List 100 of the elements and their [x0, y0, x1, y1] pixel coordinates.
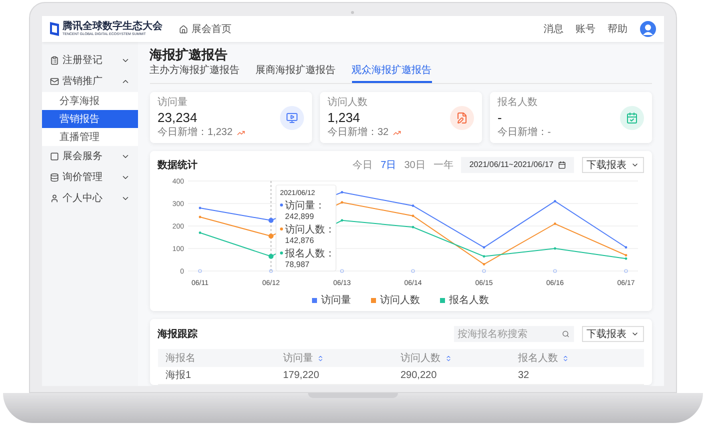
card-title: 海报跟踪 — [158, 328, 198, 342]
range-tab[interactable]: 30日 — [404, 158, 426, 172]
range-tab[interactable]: 7日 — [380, 158, 396, 172]
axis-marker — [624, 269, 628, 273]
column-header: 海报名 — [166, 352, 196, 366]
sort-icon[interactable] — [562, 354, 569, 362]
card-title: 数据统计 — [158, 158, 198, 172]
date-range-field[interactable]: 2021/06/11~2021/06/17 — [461, 157, 574, 173]
tooltip-label: 报名人数： — [284, 248, 334, 260]
axis-marker — [268, 269, 272, 273]
tooltip-value: 242,899 — [284, 212, 314, 221]
header-link[interactable]: 账号 — [576, 22, 596, 36]
range-tab[interactable]: 今日 — [352, 158, 373, 172]
sidebar-item[interactable]: 营销推广 — [42, 71, 138, 92]
submenu-item[interactable]: 营销报告 — [42, 110, 138, 128]
today-increase: 今日新增：- — [498, 126, 551, 139]
data-point — [340, 219, 343, 222]
sidebar-item[interactable]: 询价管理 — [42, 167, 138, 188]
sort-icon[interactable] — [444, 354, 452, 362]
data-point — [198, 206, 201, 210]
calendar-icon — [558, 161, 566, 169]
caret-down-icon — [120, 56, 130, 65]
column-header: 访问量 — [283, 352, 313, 366]
database-icon — [50, 173, 58, 182]
stat-value: 23,234 — [158, 109, 198, 126]
column-header: 报名人数 — [518, 352, 558, 366]
square-icon — [50, 152, 58, 161]
user-icon — [50, 194, 58, 203]
data-point — [268, 254, 273, 259]
data-point — [482, 255, 485, 258]
data-point — [268, 234, 273, 239]
sort-icon[interactable] — [317, 354, 324, 362]
caret-down-icon — [120, 152, 130, 161]
tab[interactable]: 观众海报扩邀报告 — [352, 63, 432, 83]
page-title: 海报扩邀报告 — [150, 46, 228, 64]
search-field[interactable]: 按海报名称搜索 — [454, 326, 574, 342]
data-point — [411, 204, 414, 207]
avatar[interactable] — [640, 21, 656, 37]
logo-title: 腾讯全球数字生态大会 — [62, 22, 162, 32]
logo-icon — [50, 22, 58, 36]
caret-down-icon — [120, 194, 130, 203]
data-point — [482, 246, 485, 249]
today-increase: 今日新增：1,232 — [158, 126, 233, 139]
range-tab[interactable]: 一年 — [433, 158, 454, 172]
legend-label: 报名人数 — [449, 294, 489, 308]
data-point — [624, 246, 627, 249]
caret-down-icon — [120, 173, 130, 182]
data-point — [198, 232, 201, 234]
table-cell-text: 海报1 — [166, 368, 192, 383]
table-cell-text: 179,220 — [283, 369, 320, 383]
today-increase: 今日新增：32 — [328, 126, 389, 139]
data-point — [482, 263, 485, 266]
tooltip-value: 142,876 — [284, 236, 314, 245]
search-icon — [562, 330, 570, 338]
data-point — [553, 247, 556, 250]
stat-label: 报名人数 — [498, 96, 538, 109]
data-point — [553, 222, 556, 225]
caret-up-icon — [120, 77, 130, 86]
data-point — [553, 200, 556, 202]
axis-marker — [552, 269, 556, 273]
download-button[interactable]: 下载报表 — [582, 157, 644, 173]
data-point — [411, 214, 414, 218]
document-pen-icon — [456, 112, 468, 124]
legend-label: 访问人数 — [380, 294, 420, 308]
download-button[interactable]: 下载报表 — [582, 326, 644, 342]
axis-marker — [198, 269, 202, 273]
data-point — [340, 201, 343, 204]
header-link[interactable]: 消息 — [544, 22, 564, 36]
axis-marker — [410, 269, 414, 273]
axis-marker — [340, 269, 344, 273]
sidebar-item[interactable]: 注册登记 — [42, 50, 138, 71]
tab[interactable]: 展商海报扩邀报告 — [256, 63, 336, 83]
axis-marker — [482, 269, 486, 273]
table-cell-text: 290,220 — [400, 369, 438, 383]
column-header: 访问人数 — [400, 352, 440, 366]
header-link[interactable]: 帮助 — [608, 22, 628, 36]
monitor-icon — [286, 112, 298, 124]
data-point — [411, 226, 414, 228]
home-link[interactable]: 展会首页 — [178, 22, 232, 36]
sidebar-item[interactable]: 个人中心 — [42, 188, 138, 209]
sidebar-item[interactable]: 展会服务 — [42, 146, 138, 167]
stat-label: 访问量 — [158, 96, 188, 109]
stat-value: - — [498, 109, 503, 126]
tab[interactable]: 主办方海报扩邀报告 — [150, 63, 240, 83]
tooltip-label: 访问人数： — [284, 224, 334, 236]
calendar-check-icon — [626, 112, 638, 124]
home-icon — [178, 24, 188, 34]
tooltip-label: 访问量： — [284, 200, 324, 212]
data-point — [340, 191, 343, 194]
submenu-item[interactable]: 分享海报 — [42, 92, 138, 110]
stat-value: 1,234 — [328, 109, 362, 126]
mail-icon — [50, 77, 58, 86]
clipboard-icon — [50, 56, 58, 65]
data-point — [268, 218, 273, 223]
stat-label: 访问人数 — [328, 96, 368, 109]
data-point — [198, 216, 201, 218]
caret-down-icon — [630, 161, 638, 169]
table-cell-text: 32 — [518, 369, 530, 383]
caret-down-icon — [630, 330, 638, 338]
submenu-item[interactable]: 直播管理 — [42, 128, 138, 146]
